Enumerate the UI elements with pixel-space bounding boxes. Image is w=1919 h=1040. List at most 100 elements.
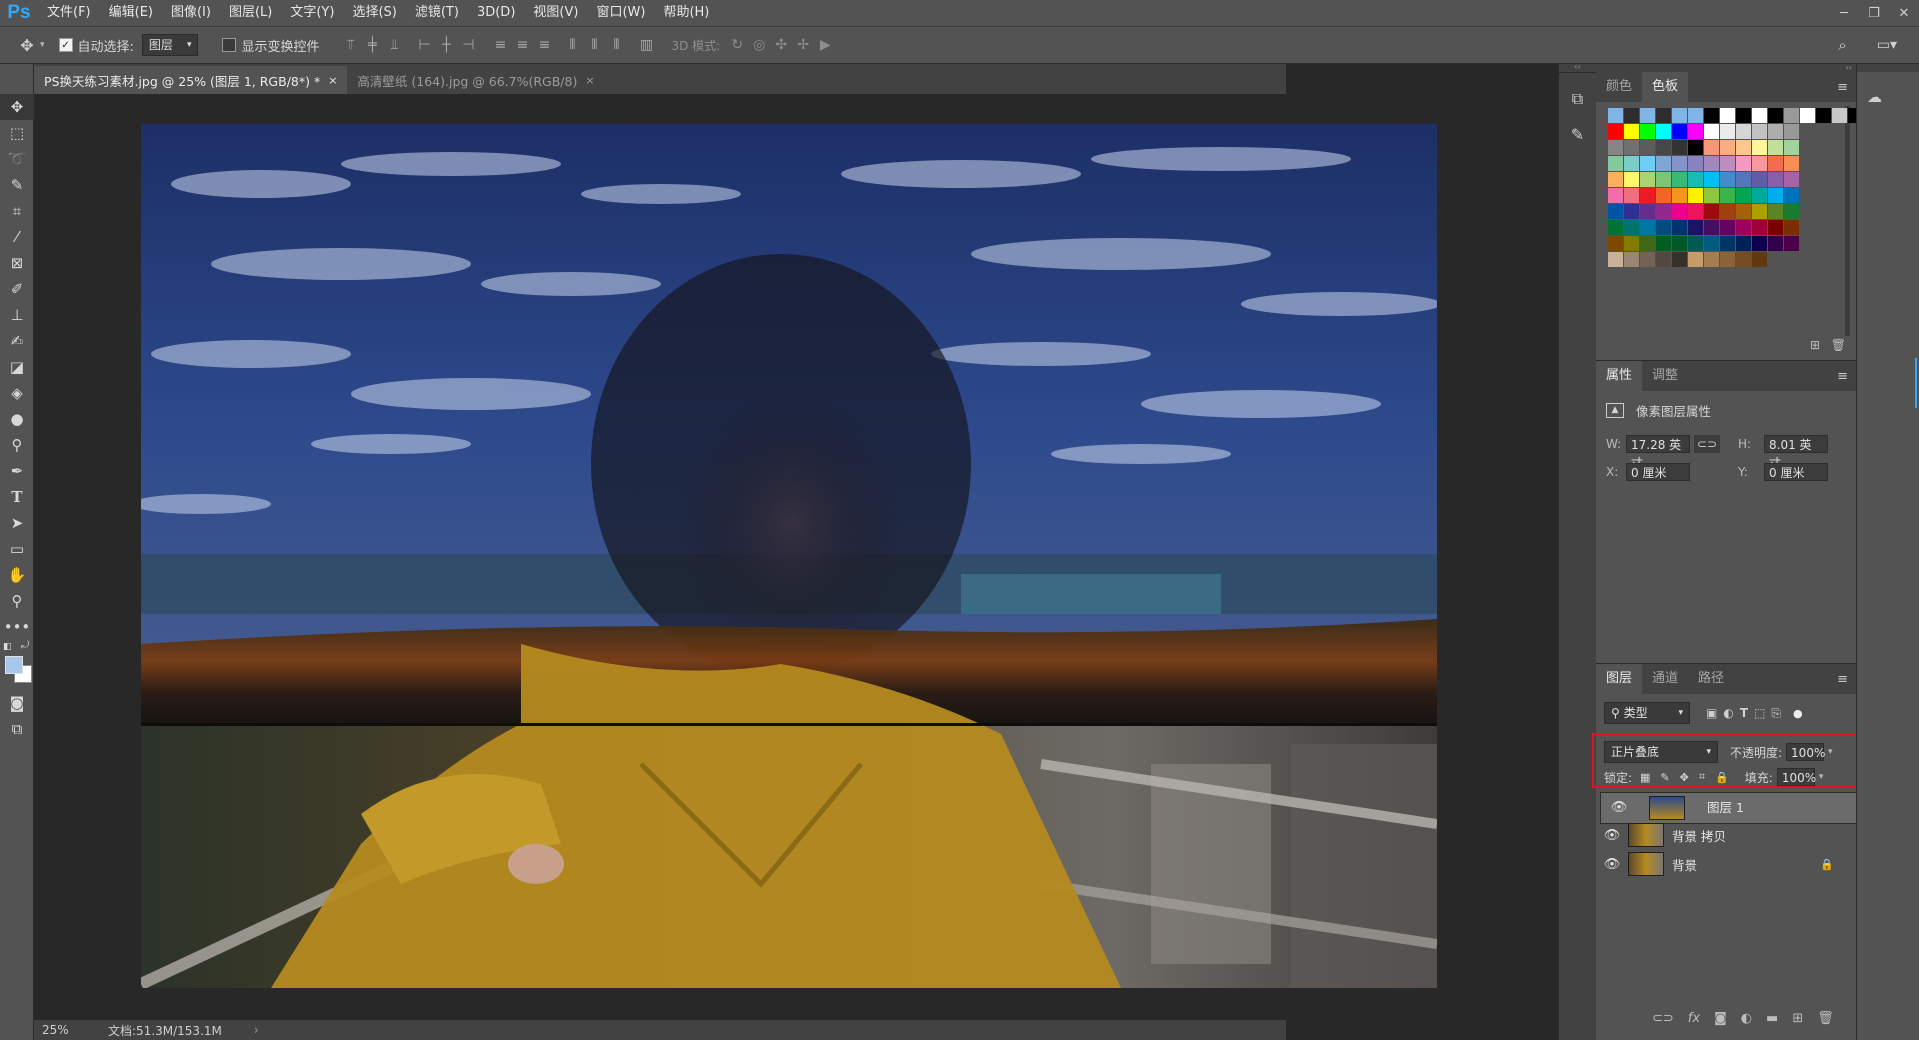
color-swatch[interactable] [1784, 172, 1799, 187]
mask-icon[interactable]: ◙ [1714, 1011, 1727, 1026]
color-swatch[interactable] [1672, 188, 1687, 203]
quick-mask-icon[interactable]: ◙ [0, 690, 34, 716]
3d-camera-icon[interactable]: ▶ [814, 37, 836, 53]
tab-paths[interactable]: 路径 [1688, 664, 1734, 694]
new-swatch-icon[interactable]: ⊞ [1810, 338, 1820, 352]
brush-settings-panel-icon[interactable]: ✎ [1559, 125, 1596, 144]
link-icon[interactable]: ⊂⊃ [1694, 435, 1720, 453]
color-swatch[interactable] [1704, 124, 1719, 139]
history-panel-icon[interactable]: ⧉ [1559, 89, 1596, 109]
align-hcenter-icon[interactable]: ┼ [435, 37, 457, 53]
color-swatch[interactable] [1656, 188, 1671, 203]
color-swatch[interactable] [1624, 236, 1639, 251]
color-swatch[interactable] [1736, 156, 1751, 171]
distribute-vcenter-icon[interactable]: ≡ [511, 37, 533, 53]
color-swatch[interactable] [1768, 220, 1783, 235]
color-swatch[interactable] [1704, 252, 1719, 267]
color-swatch[interactable] [1704, 204, 1719, 219]
color-swatch[interactable] [1688, 252, 1703, 267]
color-swatch[interactable] [1656, 236, 1671, 251]
color-swatch[interactable] [1736, 172, 1751, 187]
color-swatch[interactable] [1704, 172, 1719, 187]
color-swatch[interactable] [1688, 172, 1703, 187]
color-swatch[interactable] [1784, 108, 1799, 123]
document-image[interactable] [141, 124, 1437, 988]
color-swatch[interactable] [1640, 108, 1655, 123]
restore-icon[interactable]: ❐ [1859, 0, 1889, 26]
width-field[interactable]: 17.28 英寸 [1626, 435, 1690, 470]
libraries-icon[interactable]: ☁ [1867, 88, 1919, 106]
color-swatch[interactable] [1608, 140, 1623, 155]
color-swatch[interactable] [1656, 156, 1671, 171]
color-swatch[interactable] [1608, 204, 1623, 219]
color-swatch[interactable] [1640, 188, 1655, 203]
color-swatch[interactable] [1736, 236, 1751, 251]
filter-pixel-icon[interactable]: ▣ [1706, 706, 1717, 720]
tab-adjustments[interactable]: 调整 [1642, 361, 1688, 391]
color-swatch[interactable] [1752, 188, 1767, 203]
visibility-eye-icon[interactable]: 👁 [1600, 857, 1624, 872]
color-swatch[interactable] [1720, 236, 1735, 251]
color-swatch[interactable] [1624, 252, 1639, 267]
color-swatch[interactable] [1800, 108, 1815, 123]
color-swatch[interactable] [1736, 188, 1751, 203]
lock-artboard-icon[interactable]: ⌗ [1699, 770, 1705, 784]
color-swatch[interactable] [1736, 140, 1751, 155]
layer-name[interactable]: 背景 [1672, 855, 1697, 874]
trash-icon[interactable]: 🗑 [1817, 1011, 1834, 1026]
color-swatch[interactable] [1768, 124, 1783, 139]
layer-row-layer1[interactable]: 👁 图层 1 [1600, 792, 1862, 824]
fill-slider-chevron-icon[interactable]: ▾ [1819, 772, 1824, 782]
blend-mode-dropdown[interactable]: 正片叠底 ▾ [1604, 741, 1718, 763]
color-swatch[interactable] [1768, 188, 1783, 203]
3d-pan-icon[interactable]: ✣ [770, 37, 792, 53]
color-swatch[interactable] [1640, 140, 1655, 155]
color-swatch[interactable] [1688, 188, 1703, 203]
brush-tool-icon[interactable]: ✐ [0, 276, 34, 302]
show-transform-checkbox[interactable] [222, 38, 237, 52]
lock-all-icon[interactable]: 🔒 [1715, 771, 1729, 784]
color-swatch[interactable] [1688, 140, 1703, 155]
fill-field[interactable]: 100% [1776, 768, 1816, 786]
distribute-top-icon[interactable]: ≡ [489, 37, 511, 53]
3d-roll-icon[interactable]: ◎ [748, 37, 770, 53]
hand-tool-icon[interactable]: ✋ [0, 562, 34, 588]
color-swatch[interactable] [1608, 156, 1623, 171]
workspace-icon[interactable]: ▭▾ [1877, 37, 1897, 53]
color-swatch[interactable] [1688, 204, 1703, 219]
layer-row-background-copy[interactable]: 👁 背景 拷贝 [1600, 821, 1848, 849]
color-swatch[interactable] [1768, 140, 1783, 155]
search-icon[interactable]: ⌕ [1838, 36, 1846, 54]
distribute-bottom-icon[interactable]: ≡ [533, 37, 555, 53]
history-brush-tool-icon[interactable]: ✍ [0, 328, 34, 354]
color-swatch[interactable] [1784, 140, 1799, 155]
filter-smart-object-icon[interactable]: ⎘ [1771, 706, 1781, 721]
color-swatch[interactable] [1784, 124, 1799, 139]
quick-select-tool-icon[interactable]: ✎ [0, 172, 34, 198]
color-swatch[interactable] [1672, 220, 1687, 235]
color-swatch[interactable] [1736, 220, 1751, 235]
rectangle-tool-icon[interactable]: ▭ [0, 536, 34, 562]
color-swatch[interactable] [1784, 204, 1799, 219]
eraser-tool-icon[interactable]: ◪ [0, 354, 34, 380]
height-field[interactable]: 8.01 英寸 [1764, 435, 1828, 470]
foreground-color-swatch[interactable] [5, 656, 23, 674]
layer-row-background[interactable]: 👁 背景 🔒 [1600, 850, 1848, 878]
color-swatch[interactable] [1784, 188, 1799, 203]
color-swatch[interactable] [1752, 252, 1767, 267]
layer-name[interactable]: 图层 1 [1707, 799, 1744, 817]
color-swatch[interactable] [1624, 108, 1639, 123]
lock-position-icon[interactable]: ✥ [1680, 771, 1689, 784]
color-swatch[interactable] [1752, 140, 1767, 155]
color-swatch[interactable] [1736, 252, 1751, 267]
color-swatch[interactable] [1720, 188, 1735, 203]
color-swatch[interactable] [1672, 140, 1687, 155]
opacity-field[interactable]: 100% [1786, 743, 1825, 761]
close-icon[interactable]: × [585, 74, 594, 87]
color-swatch[interactable] [1608, 124, 1623, 139]
menu-filter[interactable]: 滤镜(T) [406, 0, 468, 26]
color-swatch[interactable] [1656, 220, 1671, 235]
minimize-icon[interactable]: ─ [1829, 0, 1859, 26]
lock-transparent-icon[interactable]: ▦ [1640, 771, 1650, 784]
color-swatch[interactable] [1704, 156, 1719, 171]
